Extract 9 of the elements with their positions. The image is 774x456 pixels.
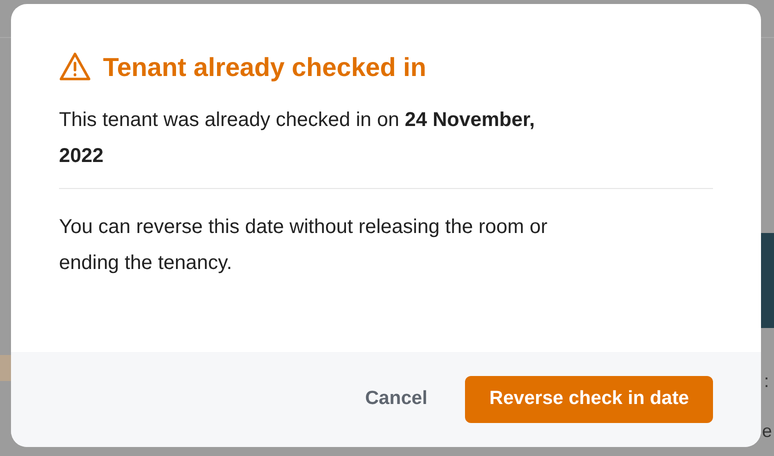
background-text: : [764,372,770,390]
reverse-button[interactable]: Reverse check in date [465,376,713,423]
background-text: e [762,422,772,440]
dialog-note: You can reverse this date without releasing the room or ending the tenancy. [59,215,548,276]
dialog-message: This tenant was already checked in on 24 November, 2022 [59,108,536,169]
cancel-button[interactable]: Cancel [341,376,452,423]
warning-icon [59,52,91,82]
dialog-title: Tenant already checked in [103,54,426,80]
background-tag [0,355,11,381]
